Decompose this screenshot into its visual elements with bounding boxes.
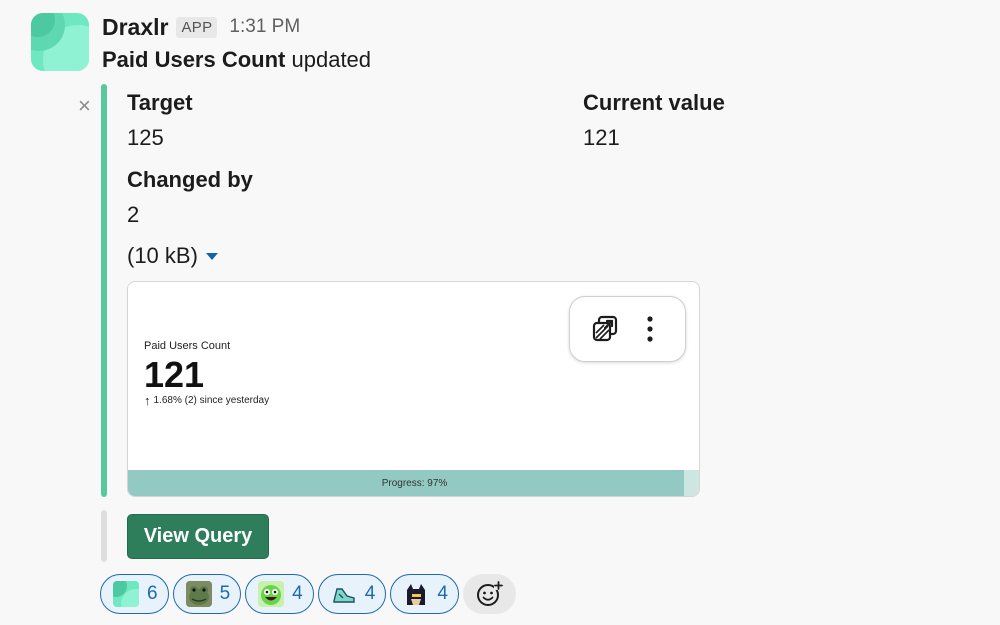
collapse-caret-icon[interactable]: [205, 252, 218, 260]
reaction-count: 4: [292, 583, 303, 604]
file-size: (10 kB): [127, 243, 218, 269]
add-emoji-icon: [477, 581, 504, 606]
card-toolbar: [569, 296, 686, 362]
action-accent-bar: [101, 510, 107, 562]
app-name[interactable]: Draxlr: [102, 14, 168, 41]
target-label: Target: [127, 90, 193, 115]
reaction-shoe[interactable]: 4: [317, 574, 387, 614]
batman-icon: [403, 581, 429, 607]
open-in-new-button[interactable]: [587, 311, 623, 347]
file-size-text: (10 kB): [127, 243, 198, 268]
reaction-count: 5: [219, 583, 231, 604]
action-text: updated: [291, 47, 372, 72]
more-actions-button[interactable]: [632, 311, 668, 347]
changed-by-label: Changed by: [127, 167, 253, 192]
dismiss-attachment-close-icon[interactable]: ×: [78, 95, 91, 117]
reaction-count: 6: [147, 583, 158, 604]
arrow-up-icon: ↑: [144, 393, 151, 408]
reaction-count: 4: [364, 583, 376, 604]
current-value: 121: [583, 125, 620, 150]
reaction-count: 4: [437, 583, 448, 604]
reaction-frog[interactable]: 5: [172, 574, 242, 614]
progress-label: Progress: 97%: [381, 478, 448, 489]
progress-bar: Progress: 97%: [128, 470, 699, 496]
message-header: Draxlr APP 1:31 PM: [102, 12, 300, 42]
card-change: ↑ 1.68% (2) since yesterday: [144, 393, 269, 408]
current-value-label: Current value: [583, 90, 725, 115]
more-vertical-icon: [647, 316, 653, 342]
frog-icon: [185, 581, 212, 607]
card-value: 121: [144, 354, 205, 395]
view-query-button[interactable]: View Query: [127, 514, 269, 559]
draxlr-logo-icon: [113, 581, 139, 607]
card-title: Paid Users Count: [144, 340, 231, 352]
changed-by-value: 2: [127, 202, 140, 227]
card-change-text: 1.68% (2) since yesterday: [153, 395, 270, 406]
add-reaction-button[interactable]: [462, 574, 516, 614]
message-text: Paid Users Count updated: [102, 47, 371, 73]
green-monster-icon: [258, 581, 285, 607]
attachment-accent-bar: [101, 84, 107, 497]
timestamp[interactable]: 1:31 PM: [229, 16, 300, 38]
target-value: 125: [127, 125, 164, 150]
open-in-new-icon: [592, 315, 617, 342]
reaction-green-monster[interactable]: 4: [245, 574, 314, 614]
app-badge: APP: [176, 16, 218, 38]
reactions-bar: 6 5 4 4 4: [100, 574, 516, 614]
shoe-icon: [331, 581, 357, 607]
app-avatar[interactable]: [31, 13, 89, 71]
reaction-draxlr[interactable]: 6: [100, 574, 169, 614]
reaction-batman[interactable]: 4: [390, 574, 459, 614]
metric-name: Paid Users Count: [102, 47, 286, 72]
